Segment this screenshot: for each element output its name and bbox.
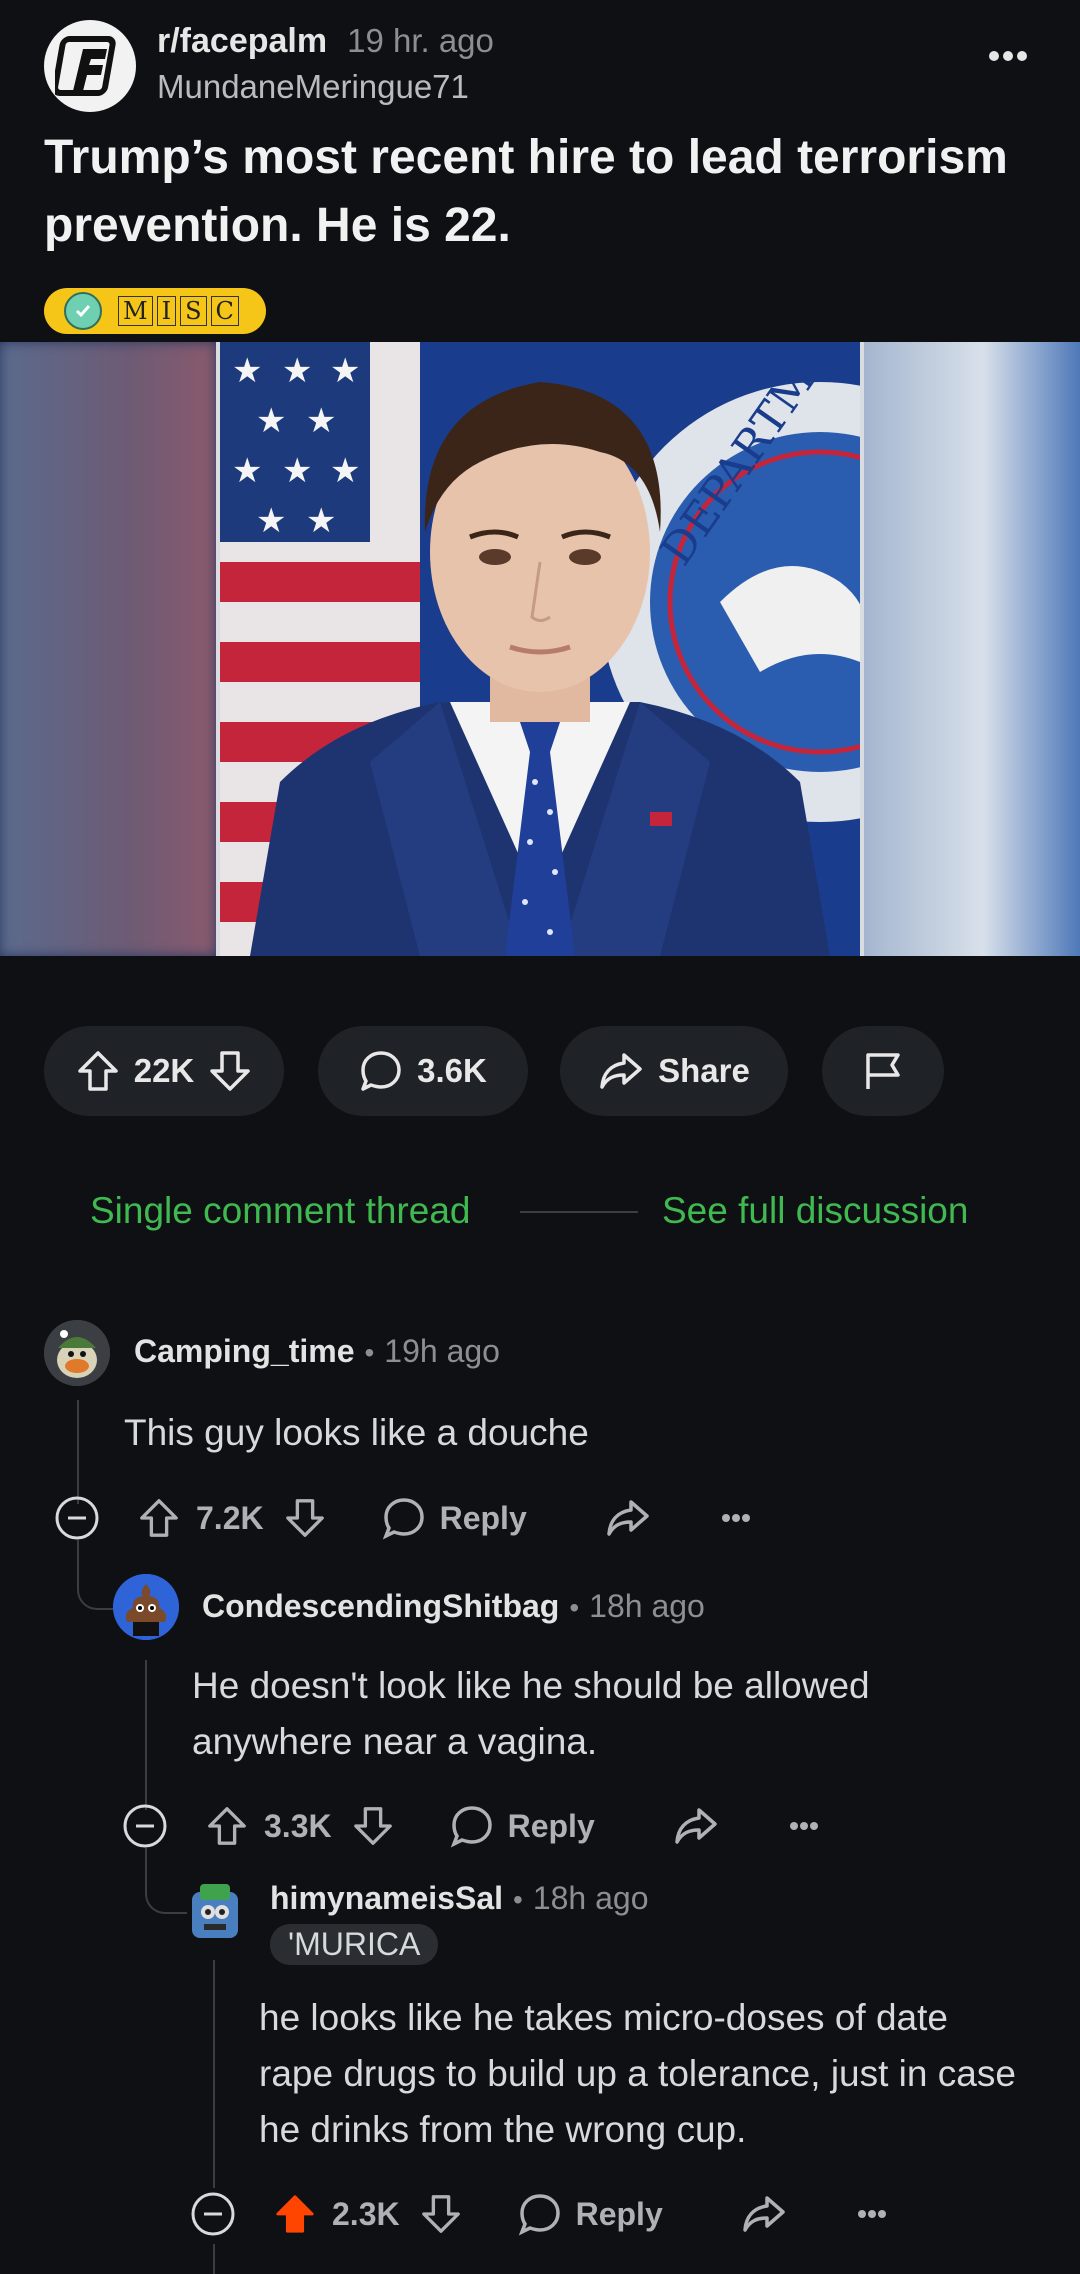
comment-vote-count: 7.2K — [196, 1499, 264, 1536]
thread-branch — [145, 1876, 187, 1914]
comment-body: he looks like he takes micro-doses of da… — [259, 1997, 1016, 2150]
thread-line — [213, 1960, 215, 2188]
comment-username[interactable]: Camping_time — [134, 1333, 354, 1369]
share-label: Share — [658, 1052, 750, 1089]
vote-control: 22K — [44, 1026, 284, 1116]
comment-username[interactable]: CondescendingShitbag — [202, 1588, 559, 1624]
check-badge-icon — [64, 292, 102, 330]
post-author[interactable]: MundaneMeringue71 — [157, 68, 469, 106]
facepalm-logo-icon — [55, 36, 116, 96]
svg-text:★: ★ — [330, 451, 360, 491]
svg-text:★: ★ — [256, 501, 286, 541]
avatar[interactable] — [182, 1880, 248, 1946]
share-arrow-icon[interactable] — [673, 1804, 719, 1848]
share-arrow-icon — [598, 1049, 644, 1093]
more-options-icon[interactable] — [721, 1513, 751, 1523]
comment-count: 3.6K — [417, 1052, 487, 1089]
comment-header: CondescendingShitbag • 18h ago — [202, 1588, 705, 1624]
reply-button[interactable]: Reply — [518, 2192, 663, 2236]
single-comment-thread-link[interactable]: Single comment thread — [90, 1190, 470, 1232]
svg-text:★: ★ — [282, 451, 312, 491]
subreddit-name-row[interactable]: r/facepalm 19 hr. ago — [157, 22, 494, 61]
comment-actions: 3.3K Reply — [122, 1796, 819, 1856]
comment-bubble-icon — [359, 1049, 403, 1093]
reply-button[interactable]: Reply — [450, 1804, 595, 1848]
flair-label: M I S C — [118, 296, 239, 326]
downvote-icon[interactable] — [420, 2193, 462, 2235]
comment-header: himynameisSal • 18h ago — [270, 1880, 649, 1916]
report-button[interactable] — [822, 1026, 944, 1116]
thread-line — [145, 1660, 147, 1810]
see-full-discussion-link[interactable]: See full discussion — [662, 1190, 968, 1232]
upvote-icon[interactable] — [138, 1497, 180, 1539]
more-options-icon[interactable] — [857, 2209, 887, 2219]
collapse-icon[interactable] — [190, 2191, 236, 2237]
comment-time: 18h ago — [532, 1880, 649, 1916]
avatar[interactable] — [44, 1320, 110, 1386]
comment-vote-count: 3.3K — [264, 1807, 332, 1844]
svg-text:★: ★ — [282, 351, 312, 391]
more-options-icon[interactable] — [988, 50, 1028, 62]
svg-text:★: ★ — [232, 451, 262, 491]
comment-body: This guy looks like a douche — [124, 1412, 589, 1453]
collapse-icon[interactable] — [54, 1495, 100, 1541]
flag-icon — [860, 1049, 906, 1093]
downvote-icon[interactable] — [208, 1049, 252, 1093]
image-blur-left — [0, 342, 216, 956]
upvote-icon[interactable] — [206, 1805, 248, 1847]
comment-header: Camping_time • 19h ago — [134, 1333, 500, 1369]
post-time: 19 hr. ago — [347, 22, 494, 59]
comment-time: 18h ago — [589, 1588, 705, 1624]
comment-bubble-icon — [518, 2194, 560, 2236]
vote-count: 22K — [133, 1052, 195, 1089]
upvote-icon[interactable] — [76, 1049, 120, 1093]
svg-text:★: ★ — [306, 501, 336, 541]
downvote-icon[interactable] — [352, 1805, 394, 1847]
thread-line — [213, 2244, 215, 2274]
collapse-icon[interactable] — [122, 1803, 168, 1849]
comment-bubble-icon — [382, 1498, 424, 1540]
user-flair-badge: 'MURICA — [270, 1924, 439, 1965]
avatar[interactable] — [113, 1574, 179, 1640]
thread-nav-divider — [520, 1211, 638, 1213]
svg-text:★: ★ — [256, 401, 286, 441]
subreddit-avatar[interactable] — [44, 20, 136, 112]
portrait-photo: ★ ★ ★ ★ ★ ★ ★ ★ ★ ★ DEPARTME — [216, 342, 864, 956]
comment-actions: 7.2K Reply — [54, 1488, 751, 1548]
svg-text:★: ★ — [306, 401, 336, 441]
comment-vote-count: 2.3K — [332, 2195, 400, 2232]
post-flair[interactable]: M I S C — [44, 288, 266, 334]
share-button[interactable]: Share — [560, 1026, 788, 1116]
post-title[interactable]: Trump’s most recent hire to lead terrori… — [44, 124, 1044, 260]
downvote-icon[interactable] — [284, 1497, 326, 1539]
share-arrow-icon[interactable] — [605, 1496, 651, 1540]
svg-text:★: ★ — [330, 351, 360, 391]
comment-body: He doesn't look like he should be allowe… — [192, 1665, 870, 1762]
post-image[interactable]: ★ ★ ★ ★ ★ ★ ★ ★ ★ ★ DEPARTME — [0, 342, 1080, 956]
comment-actions: 2.3K Reply — [190, 2184, 887, 2244]
reply-button[interactable]: Reply — [382, 1496, 527, 1540]
image-blur-right — [864, 342, 1080, 956]
comments-button[interactable]: 3.6K — [318, 1026, 528, 1116]
comment-username[interactable]: himynameisSal — [270, 1880, 503, 1916]
svg-text:★: ★ — [232, 351, 262, 391]
subreddit-name[interactable]: r/facepalm — [157, 22, 327, 60]
upvote-icon-active[interactable] — [274, 2193, 316, 2235]
comment-time: 19h ago — [384, 1333, 500, 1369]
more-options-icon[interactable] — [789, 1821, 819, 1831]
comment-bubble-icon — [450, 1806, 492, 1848]
share-arrow-icon[interactable] — [741, 2192, 787, 2236]
